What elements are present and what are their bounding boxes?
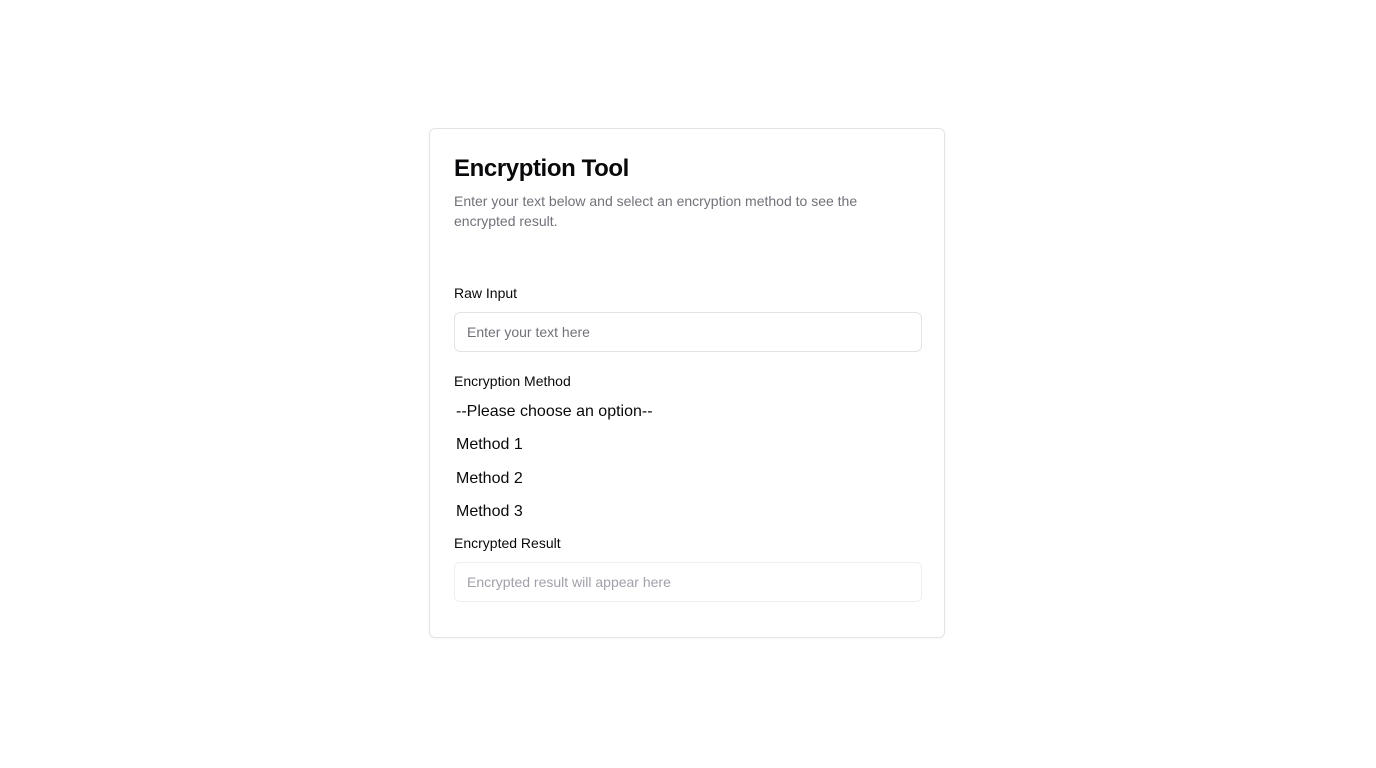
card-title: Encryption Tool [454, 155, 629, 182]
encryption-option-method-2[interactable]: Method 2 [456, 462, 920, 496]
encrypted-result-field [454, 562, 922, 602]
raw-input-label: Raw Input [454, 285, 518, 301]
encrypted-result-label: Encrypted Result [454, 535, 561, 551]
raw-input-field[interactable] [454, 312, 922, 352]
encryption-method-options: --Please choose an option-- Method 1 Met… [454, 395, 920, 529]
encryption-option-method-1[interactable]: Method 1 [456, 429, 920, 463]
card-description: Enter your text below and select an encr… [454, 193, 858, 229]
encryption-method-label: Encryption Method [454, 373, 571, 389]
encryption-card: Encryption Tool Enter your text below an… [429, 128, 945, 638]
encryption-option-placeholder[interactable]: --Please choose an option-- [456, 395, 920, 429]
encryption-option-method-3[interactable]: Method 3 [456, 496, 920, 530]
